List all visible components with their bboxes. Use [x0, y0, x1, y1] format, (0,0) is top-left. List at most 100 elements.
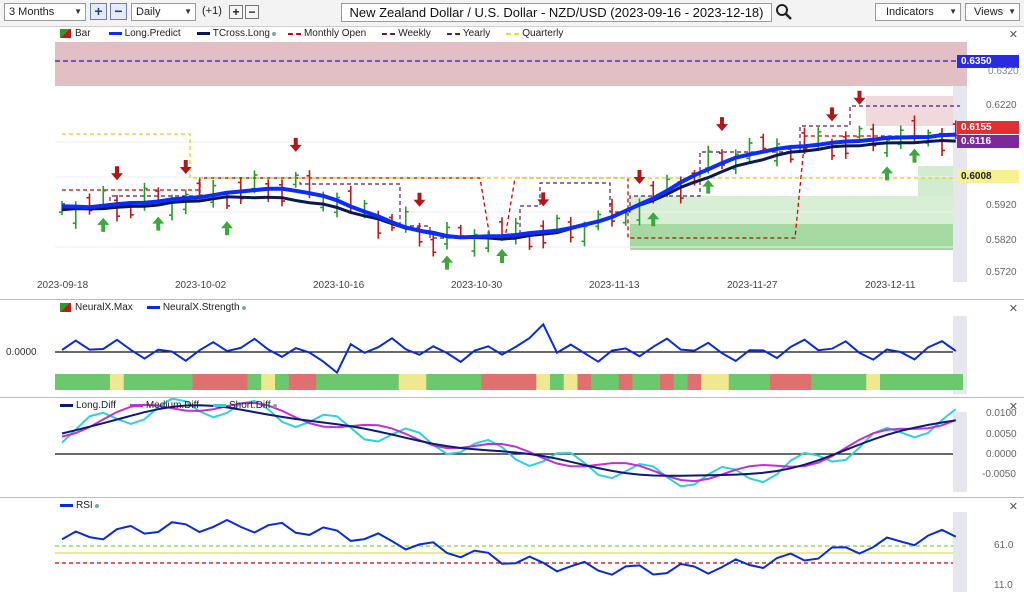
scroll-strip[interactable] — [953, 512, 967, 592]
legend-rsi: RSI — [76, 500, 93, 511]
period-select[interactable]: 3 Months ▼ — [4, 3, 86, 21]
legend-yearly: Yearly — [462, 28, 491, 39]
diff-axis-label: 0.0000 — [986, 449, 1017, 460]
rsi-axis-label: 61.0 — [994, 540, 1014, 551]
price-label: 0.5720 — [986, 267, 1017, 278]
instrument-title[interactable]: New Zealand Dollar / U.S. Dollar - NZD/U… — [341, 3, 772, 22]
indicators-dropdown[interactable]: Indicators ▼ — [875, 3, 961, 21]
strength-cell — [563, 374, 578, 390]
strength-cell — [797, 374, 812, 390]
strength-cell — [440, 374, 455, 390]
yearly-zone — [55, 42, 967, 86]
tcross-swatch — [196, 32, 210, 35]
indicator-dot-icon — [271, 31, 276, 36]
close-icon[interactable]: ✕ — [1009, 302, 1018, 315]
date-label: 2023-11-27 — [727, 280, 778, 291]
strength-cell — [220, 374, 235, 390]
strength-cell — [811, 374, 826, 390]
chevron-down-icon: ▼ — [74, 7, 82, 16]
price-chart[interactable] — [0, 26, 1024, 300]
strength-cell — [715, 374, 730, 390]
step-plus-button[interactable]: + — [229, 5, 243, 19]
strength-cell — [591, 374, 606, 390]
strength-cell — [371, 374, 386, 390]
quarterly-swatch — [506, 32, 520, 35]
close-icon[interactable]: ✕ — [1009, 28, 1018, 41]
rsi-pane[interactable]: RSI ✕ 61.0 11.0 — [0, 498, 1024, 594]
strength-cell — [192, 374, 207, 390]
strength-cell — [151, 374, 166, 390]
price-pane[interactable]: Bar Long.Predict TCross.Long Monthly Ope… — [0, 26, 1024, 300]
legend-tcross: TCross.Long — [212, 28, 270, 39]
strength-cell — [481, 374, 496, 390]
legend-short-diff: Short.Diff — [229, 400, 271, 411]
neuralx-legend: NeuralX.Max NeuralX.Strength — [60, 302, 246, 313]
legend-neuralx-max: NeuralX.Max — [75, 302, 133, 313]
diff-chart[interactable] — [0, 398, 1024, 498]
strength-cell — [742, 374, 757, 390]
neuralx-pane[interactable]: NeuralX.Max NeuralX.Strength ✕ 0.0000 — [0, 300, 1024, 398]
neuralx-strength-swatch — [146, 306, 160, 309]
date-label: 2023-12-11 — [865, 280, 916, 291]
strength-cell — [880, 374, 895, 390]
strength-cell — [866, 374, 881, 390]
indicator-dot-icon — [94, 503, 99, 508]
strength-cell — [110, 374, 125, 390]
strength-cell — [522, 374, 537, 390]
diff-pane[interactable]: Long.Diff Medium.Diff Short.Diff ✕ 0.010… — [0, 398, 1024, 498]
neuralx-chart[interactable] — [0, 300, 1024, 398]
strength-cell — [605, 374, 620, 390]
strength-cell — [577, 374, 592, 390]
strength-cell — [165, 374, 180, 390]
views-label: Views — [974, 6, 1004, 18]
strength-cell — [96, 374, 111, 390]
yearly-swatch — [446, 32, 460, 35]
rsi-chart[interactable] — [0, 498, 1024, 594]
search-icon[interactable] — [775, 3, 793, 21]
interval-select[interactable]: Daily ▼ — [131, 3, 196, 21]
indicator-dot-icon — [241, 305, 246, 310]
tcross-price-tag: 0.6116 — [957, 135, 1019, 148]
price-label: 0.5920 — [986, 200, 1017, 211]
short-diff-swatch — [213, 404, 227, 407]
scroll-strip[interactable] — [953, 86, 967, 282]
chevron-down-icon: ▼ — [949, 7, 957, 16]
strength-cell — [618, 374, 633, 390]
strength-cell — [453, 374, 468, 390]
views-dropdown[interactable]: Views ▼ — [965, 3, 1020, 21]
strength-cell — [495, 374, 510, 390]
zoom-in-button[interactable]: + — [90, 3, 107, 20]
strength-cell — [770, 374, 785, 390]
chevron-down-icon: ▼ — [184, 7, 192, 16]
legend-long-diff: Long.Diff — [76, 400, 116, 411]
legend-long-predict: Long.Predict — [124, 28, 181, 39]
strength-cell — [825, 374, 840, 390]
close-icon[interactable]: ✕ — [1009, 500, 1018, 513]
indicators-label: Indicators — [886, 6, 934, 18]
strength-cell — [343, 374, 358, 390]
long-diff-line — [61, 404, 956, 477]
zero-value-label: 0.0000 — [6, 347, 37, 358]
legend-medium-diff: Medium.Diff — [145, 400, 200, 411]
strength-cell — [756, 374, 771, 390]
medium-diff-swatch — [129, 404, 143, 407]
chevron-down-icon: ▼ — [1008, 7, 1016, 16]
strength-cell — [935, 374, 950, 390]
period-value: 3 Months — [9, 6, 55, 18]
strength-cell — [357, 374, 372, 390]
scroll-strip[interactable] — [953, 412, 967, 492]
legend-monthly: Monthly Open — [303, 28, 367, 39]
strength-cell — [550, 374, 565, 390]
price-legend: Bar Long.Predict TCross.Long Monthly Ope… — [60, 28, 563, 39]
medium-diff-line — [61, 401, 957, 483]
zoom-out-button[interactable]: − — [110, 3, 127, 20]
strength-cell — [82, 374, 97, 390]
strength-cell — [261, 374, 276, 390]
step-minus-button[interactable]: − — [245, 5, 259, 19]
strength-cell — [385, 374, 400, 390]
rsi-swatch — [60, 504, 73, 507]
legend-quarterly: Quarterly — [522, 28, 564, 39]
strength-cell — [233, 374, 248, 390]
long-predict-swatch — [108, 32, 122, 35]
indicator-dot-icon — [272, 403, 277, 408]
